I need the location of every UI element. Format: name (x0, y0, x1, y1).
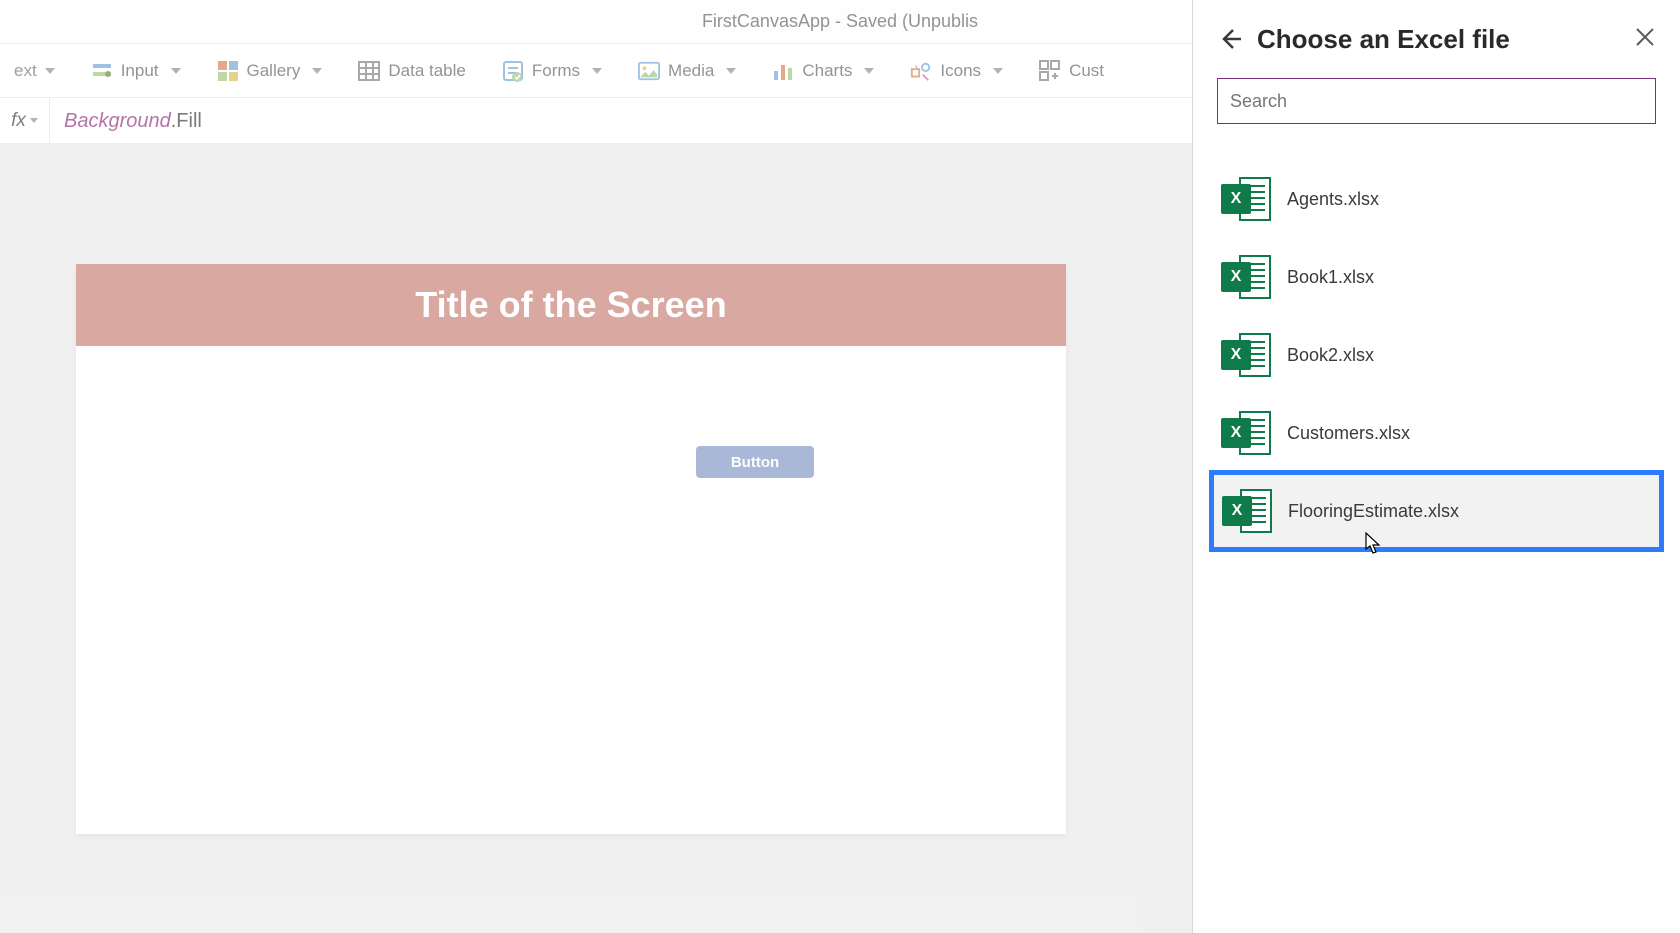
ribbon-label: Charts (802, 61, 852, 81)
file-name: Book2.xlsx (1287, 345, 1374, 366)
chevron-down-icon (171, 68, 181, 74)
back-button[interactable] (1217, 26, 1243, 52)
chevron-down-icon (993, 68, 1003, 74)
charts-icon (772, 60, 794, 82)
formula-property: .Fill (171, 110, 202, 132)
ribbon-media[interactable]: Media (632, 56, 742, 86)
ribbon-label: Media (668, 61, 714, 81)
chevron-down-icon (30, 118, 38, 123)
file-name: Book1.xlsx (1287, 267, 1374, 288)
file-name: Customers.xlsx (1287, 423, 1410, 444)
file-item[interactable]: X Agents.xlsx (1217, 160, 1656, 238)
window-title: FirstCanvasApp - Saved (Unpublis (702, 11, 978, 32)
data-table-icon (358, 60, 380, 82)
formula-input[interactable]: Background.Fill (50, 108, 202, 133)
ribbon-label: Forms (532, 61, 580, 81)
file-item[interactable]: X Customers.xlsx (1217, 394, 1656, 472)
button-label: Button (731, 454, 779, 471)
input-icon (91, 60, 113, 82)
panel-header: Choose an Excel file (1217, 0, 1656, 78)
search-input[interactable] (1217, 78, 1656, 124)
ribbon-label: Cust (1069, 61, 1104, 81)
canvas-button[interactable]: Button (696, 446, 814, 478)
excel-file-icon: X (1221, 408, 1271, 458)
file-item[interactable]: X FlooringEstimate.xlsx (1209, 470, 1664, 552)
ribbon-label: Gallery (247, 61, 301, 81)
ribbon-charts[interactable]: Charts (766, 56, 880, 86)
ribbon-label: Icons (940, 61, 981, 81)
file-item[interactable]: X Book1.xlsx (1217, 238, 1656, 316)
arrow-left-icon (1217, 26, 1243, 52)
custom-icon (1039, 60, 1061, 82)
ribbon-data-table[interactable]: Data table (352, 56, 472, 86)
media-icon (638, 60, 660, 82)
excel-file-icon: X (1222, 486, 1272, 536)
ribbon-label: Input (121, 61, 159, 81)
ribbon-input[interactable]: Input (85, 56, 187, 86)
chevron-down-icon (45, 68, 55, 74)
formula-identifier: Background (64, 110, 171, 132)
chevron-down-icon (312, 68, 322, 74)
file-item[interactable]: X Book2.xlsx (1217, 316, 1656, 394)
close-button[interactable] (1634, 26, 1656, 53)
fx-label: fx (11, 110, 26, 132)
excel-file-icon: X (1221, 330, 1271, 380)
close-icon (1634, 26, 1656, 48)
screen-title-text: Title of the Screen (415, 284, 726, 326)
excel-file-icon: X (1221, 252, 1271, 302)
ribbon-custom[interactable]: Cust (1033, 56, 1110, 86)
ribbon-text[interactable]: ext (8, 57, 61, 85)
file-name: FlooringEstimate.xlsx (1288, 501, 1459, 522)
ribbon-gallery[interactable]: Gallery (211, 56, 329, 86)
file-name: Agents.xlsx (1287, 189, 1379, 210)
chevron-down-icon (592, 68, 602, 74)
chevron-down-icon (726, 68, 736, 74)
screen-body: Button (76, 346, 1066, 834)
file-list: X Agents.xlsx X Book1.xlsx X Book2.xlsx X Custo… (1217, 160, 1656, 550)
ribbon-label: Data table (388, 61, 466, 81)
screen-title-bar[interactable]: Title of the Screen (76, 264, 1066, 346)
forms-icon (502, 60, 524, 82)
panel-title: Choose an Excel file (1257, 24, 1620, 55)
ribbon-forms[interactable]: Forms (496, 56, 608, 86)
chevron-down-icon (864, 68, 874, 74)
excel-file-icon: X (1221, 174, 1271, 224)
icons-icon (910, 60, 932, 82)
gallery-icon (217, 60, 239, 82)
fx-dropdown[interactable]: fx (0, 98, 50, 143)
ribbon-label: ext (14, 61, 37, 81)
app-screen[interactable]: Title of the Screen Button (76, 264, 1066, 834)
excel-file-panel: Choose an Excel file X Agents.xlsx X Book1.… (1192, 0, 1680, 933)
ribbon-icons[interactable]: Icons (904, 56, 1009, 86)
